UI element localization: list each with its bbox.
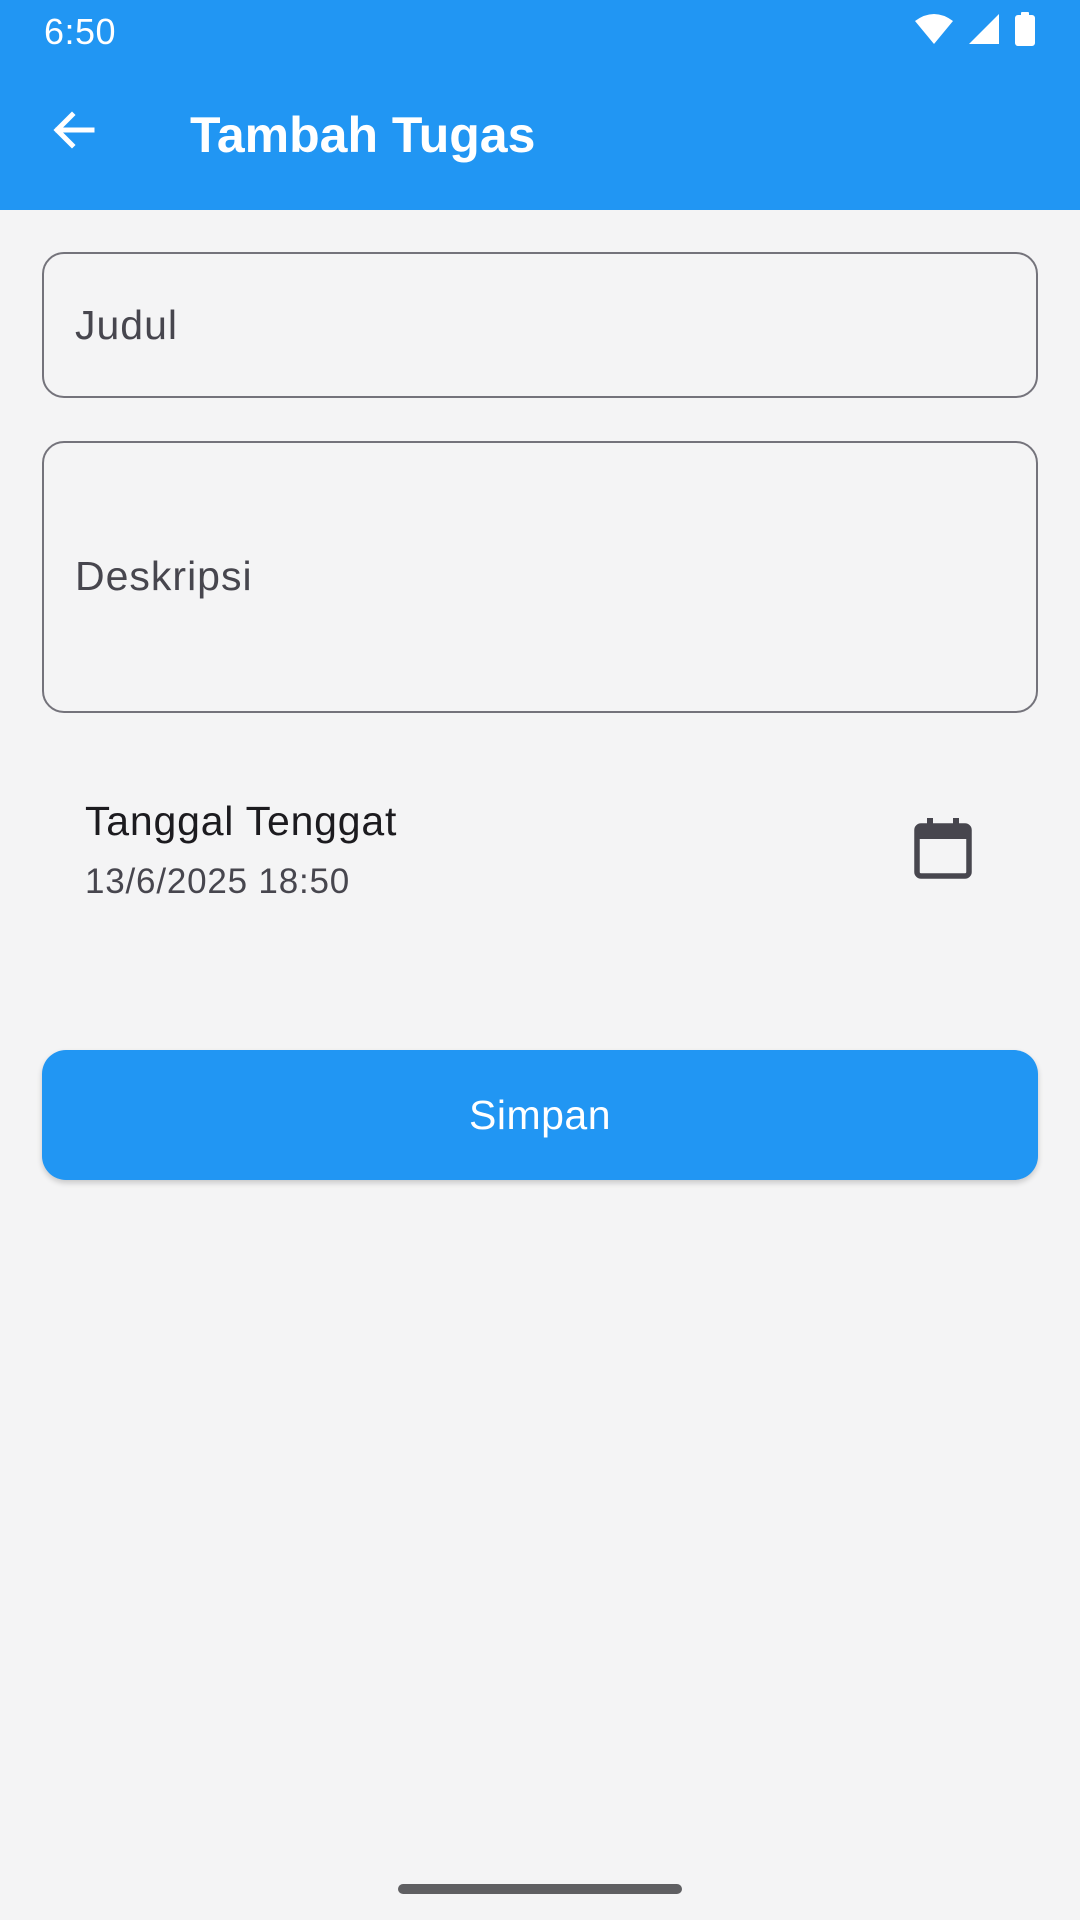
add-task-screen: 6:50 Tambah Tugas Judul Deskripsi Tangga…: [0, 0, 1080, 1920]
page-title: Tambah Tugas: [190, 107, 536, 163]
arrow-back-icon: [50, 106, 98, 159]
back-button[interactable]: [28, 86, 120, 178]
title-input-label: Judul: [75, 302, 179, 348]
save-button[interactable]: Simpan: [42, 1050, 1038, 1180]
status-bar: 6:50: [0, 0, 1080, 62]
status-icons: [914, 11, 1036, 51]
app-bar: Tambah Tugas: [0, 62, 1080, 210]
due-date-value: 13/6/2025 18:50: [85, 862, 351, 901]
calendar-icon[interactable]: [910, 816, 976, 882]
description-input-label: Deskripsi: [75, 553, 253, 599]
title-input[interactable]: Judul: [42, 252, 1038, 398]
status-time: 6:50: [44, 11, 117, 52]
home-indicator[interactable]: [398, 1884, 682, 1894]
due-date-label: Tanggal Tenggat: [85, 798, 398, 844]
due-date-picker[interactable]: Tanggal Tenggat 13/6/2025 18:50: [42, 766, 1038, 936]
wifi-icon: [914, 13, 954, 50]
battery-icon: [1014, 11, 1036, 51]
cellular-signal-icon: [968, 13, 1000, 50]
description-input[interactable]: Deskripsi: [42, 441, 1038, 713]
